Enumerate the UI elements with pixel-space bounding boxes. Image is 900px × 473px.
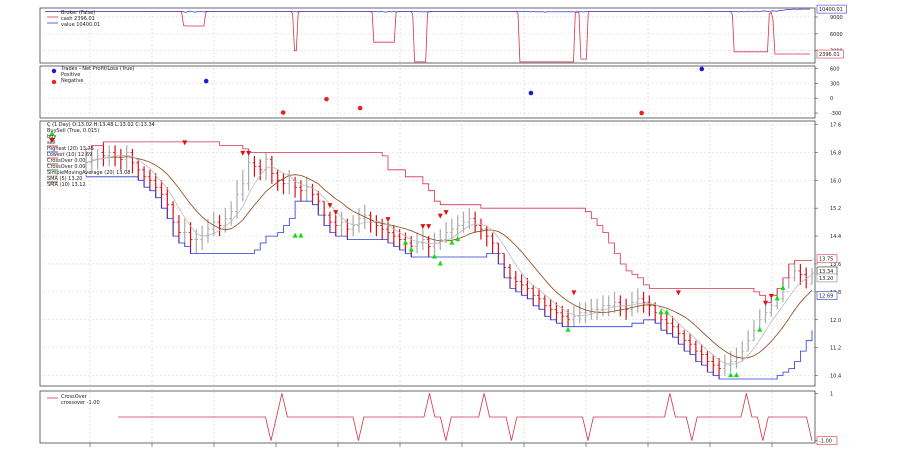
y-tick-label: 14.4 — [830, 234, 841, 240]
trade-negative-point — [280, 110, 286, 115]
crossover-line — [118, 393, 813, 441]
trade-positive-point — [699, 66, 705, 72]
sell-marker — [437, 213, 443, 219]
sell-marker — [571, 290, 577, 296]
y-tick-label: 1 — [830, 391, 833, 397]
highest-20-line — [86, 141, 812, 303]
lowest-10-line — [86, 176, 813, 380]
sell-marker — [420, 224, 426, 230]
buy-marker — [565, 326, 571, 332]
buy-marker — [774, 295, 780, 301]
y-tick-label: 6000 — [830, 32, 843, 38]
sell-marker — [385, 217, 391, 223]
ohlc-end-label-lowest: 12.69 — [819, 294, 833, 300]
y-tick-label: 17.6 — [830, 122, 841, 128]
buy-marker — [402, 239, 408, 245]
buy-marker — [780, 284, 786, 290]
y-tick-label: 11.2 — [830, 346, 841, 352]
y-tick-label: 300 — [830, 81, 840, 87]
backtest-chart-svg: 30006000900010400.012396.01Broker (False… — [39, 4, 847, 447]
y-tick-label: 0 — [830, 96, 833, 102]
sell-marker — [327, 203, 333, 209]
broker-legend: Broker (False) cash 2396.01 value 10400.01 — [61, 10, 100, 28]
sell-marker — [246, 150, 252, 156]
buy-marker — [728, 372, 734, 378]
buy-marker — [757, 326, 763, 332]
y-tick-label: 600 — [830, 66, 840, 72]
y-tick-label: 16.8 — [830, 150, 841, 156]
buy-marker — [658, 309, 664, 315]
crossover-legend: CrossOver crossover -1.00 — [61, 394, 100, 406]
y-tick-label: -300 — [830, 111, 841, 117]
sell-marker — [182, 140, 188, 146]
trade-negative-point — [639, 110, 644, 116]
y-tick-label: 12.0 — [830, 318, 841, 324]
sell-marker — [426, 224, 432, 230]
sell-marker — [763, 300, 769, 306]
backtest-figure: 30006000900010400.012396.01Broker (False… — [0, 0, 900, 469]
sell-marker — [443, 210, 449, 216]
trade-positive-point — [528, 90, 534, 96]
buy-marker — [298, 232, 304, 238]
y-tick-label: 16.0 — [830, 178, 841, 184]
buy-marker — [733, 372, 739, 378]
broker-value-line — [45, 8, 810, 13]
sell-marker — [240, 150, 246, 156]
sell-marker — [333, 210, 339, 216]
trades-legend-positive-marker — [51, 68, 57, 74]
buy-marker — [408, 246, 414, 252]
y-tick-label: 15.2 — [830, 206, 841, 212]
panel-frame-trades — [39, 65, 816, 119]
trade-negative-point — [324, 96, 329, 102]
buy-marker — [437, 260, 443, 266]
crossover-end-label: -1.00 — [819, 439, 832, 445]
buy-marker — [431, 253, 437, 259]
broker-end-label: 10400.01 — [819, 7, 843, 13]
ohlc-end-label-highest: 13.75 — [819, 257, 833, 263]
sell-marker — [675, 290, 681, 296]
trade-negative-point — [357, 105, 363, 111]
ohlc-end-label-sma: 13.20 — [819, 276, 833, 282]
broker-end-label: 2396.01 — [819, 52, 840, 58]
y-tick-label: 10.4 — [830, 374, 841, 380]
buy-marker — [292, 232, 298, 238]
y-tick-label: 9000 — [830, 15, 843, 21]
trades-legend-negative-marker — [51, 79, 57, 85]
trade-positive-point — [203, 78, 209, 84]
sell-marker — [768, 293, 774, 299]
trades-legend: Trades - Net Profit/Loss (True) Positive N… — [60, 66, 134, 84]
broker-cash-line — [45, 10, 810, 63]
panel-frame-ohlc — [39, 120, 816, 387]
